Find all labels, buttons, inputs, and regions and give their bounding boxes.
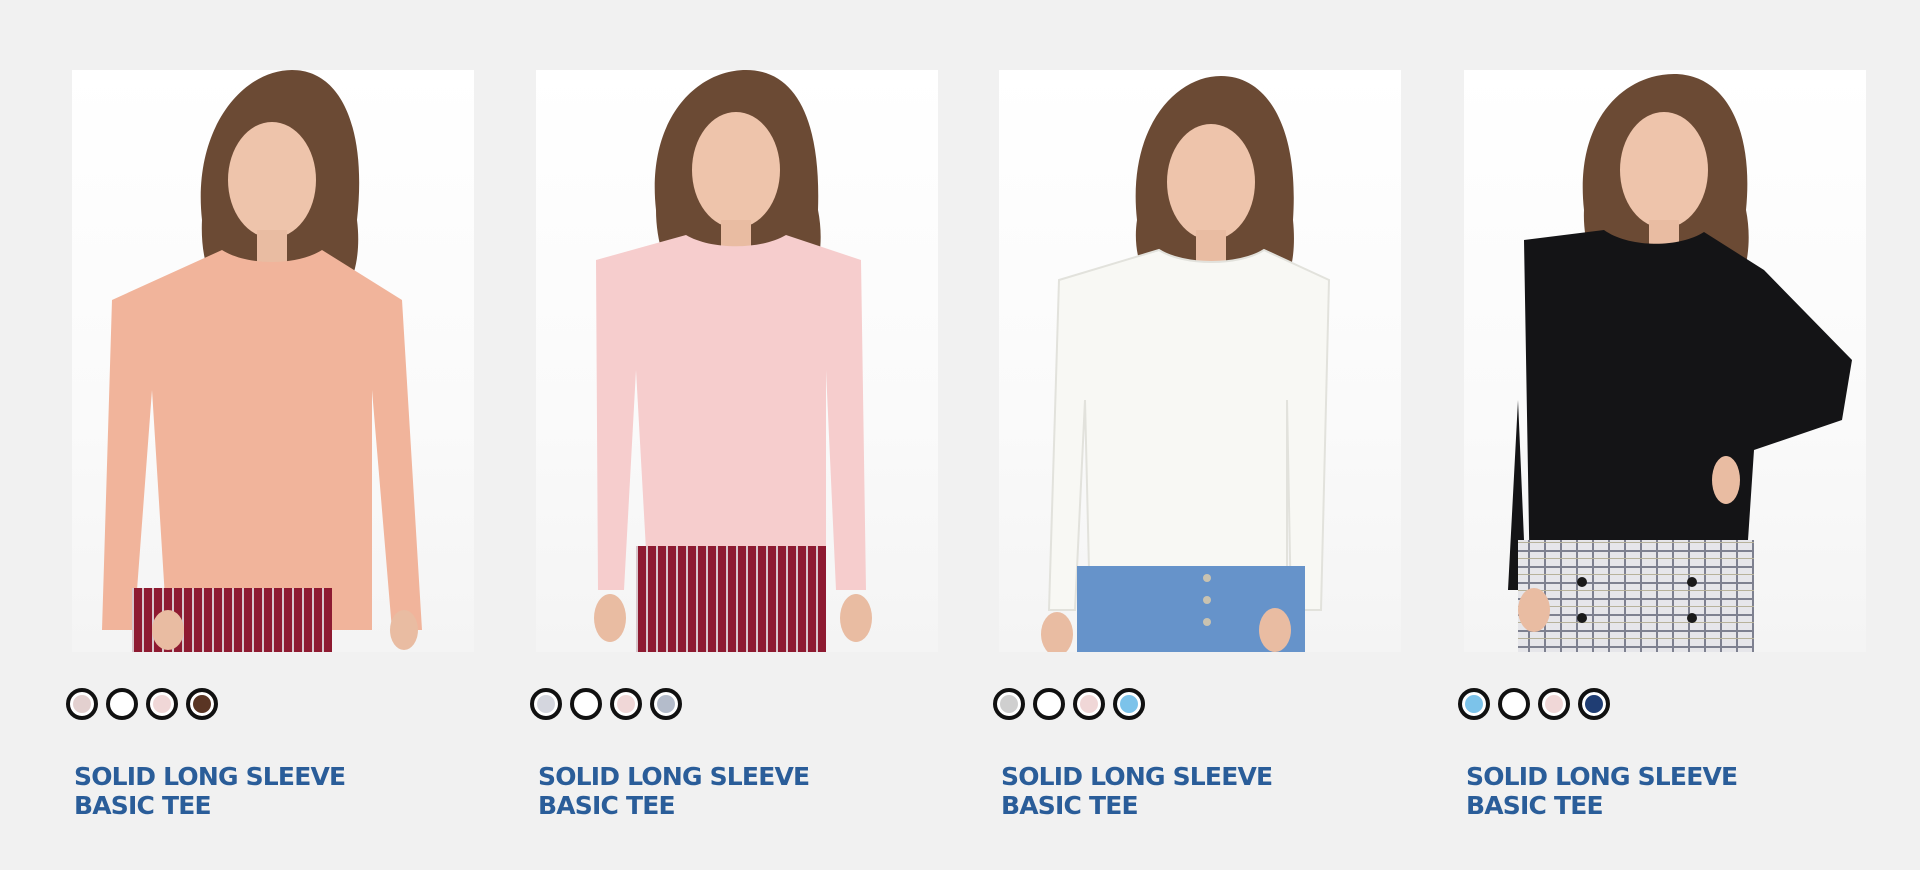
model-photo — [1508, 74, 1852, 652]
model-photo — [102, 70, 422, 652]
color-swatch[interactable] — [570, 688, 602, 720]
product-title[interactable]: SOLID LONG SLEEVE BASIC TEE — [74, 762, 394, 820]
color-swatch[interactable] — [610, 688, 642, 720]
product-title[interactable]: SOLID LONG SLEEVE BASIC TEE — [538, 762, 858, 820]
color-swatch[interactable] — [1113, 688, 1145, 720]
product-card: SOLID LONG SLEEVE BASIC TEE — [66, 70, 476, 820]
color-swatch[interactable] — [1033, 688, 1065, 720]
color-swatch[interactable] — [186, 688, 218, 720]
color-swatch[interactable] — [106, 688, 138, 720]
color-swatch[interactable] — [1578, 688, 1610, 720]
color-swatch[interactable] — [530, 688, 562, 720]
product-title-line: BASIC TEE — [1001, 791, 1139, 820]
color-swatches — [1458, 688, 1610, 720]
product-title-line: SOLID LONG SLEEVE — [1001, 762, 1273, 791]
product-card: SOLID LONG SLEEVE BASIC TEE — [1458, 70, 1868, 820]
color-swatches — [530, 688, 682, 720]
product-image[interactable] — [72, 70, 474, 652]
color-swatch[interactable] — [1538, 688, 1570, 720]
color-swatch[interactable] — [66, 688, 98, 720]
product-image[interactable] — [536, 70, 938, 652]
color-swatch[interactable] — [1073, 688, 1105, 720]
product-card: SOLID LONG SLEEVE BASIC TEE — [530, 70, 940, 820]
product-image[interactable] — [1464, 70, 1866, 652]
color-swatches — [66, 688, 218, 720]
product-title[interactable]: SOLID LONG SLEEVE BASIC TEE — [1466, 762, 1786, 820]
product-title-line: BASIC TEE — [74, 791, 212, 820]
product-title-line: SOLID LONG SLEEVE — [538, 762, 810, 791]
color-swatch[interactable] — [993, 688, 1025, 720]
product-title-line: SOLID LONG SLEEVE — [1466, 762, 1738, 791]
color-swatches — [993, 688, 1145, 720]
color-swatch[interactable] — [146, 688, 178, 720]
product-grid: SOLID LONG SLEEVE BASIC TEE SOLID LONG S… — [0, 0, 1920, 870]
color-swatch[interactable] — [1458, 688, 1490, 720]
model-photo — [1041, 76, 1331, 652]
color-swatch[interactable] — [1498, 688, 1530, 720]
product-title-line: BASIC TEE — [1466, 791, 1604, 820]
model-photo — [594, 70, 872, 652]
product-title[interactable]: SOLID LONG SLEEVE BASIC TEE — [1001, 762, 1321, 820]
product-title-line: SOLID LONG SLEEVE — [74, 762, 346, 791]
color-swatch[interactable] — [650, 688, 682, 720]
product-card: SOLID LONG SLEEVE BASIC TEE — [993, 70, 1403, 820]
product-image[interactable] — [999, 70, 1401, 652]
product-title-line: BASIC TEE — [538, 791, 676, 820]
